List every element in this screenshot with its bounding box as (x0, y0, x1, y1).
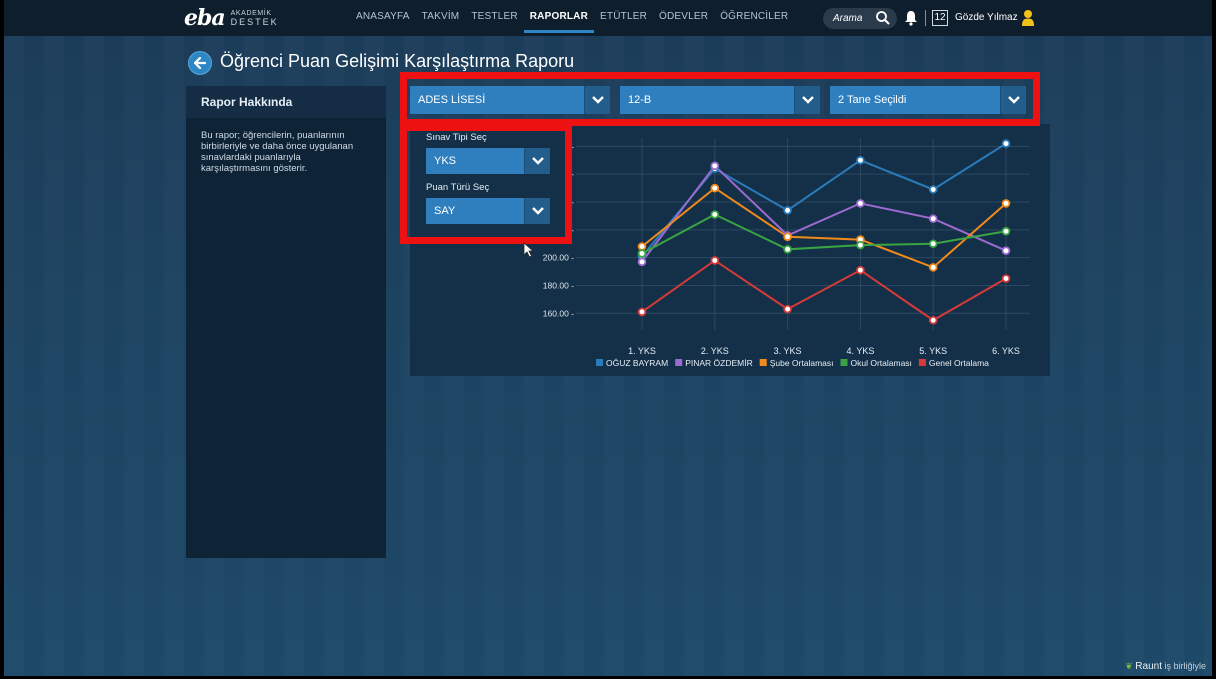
series-line (641, 259, 1007, 322)
data-point (783, 304, 792, 314)
legend-swatch (675, 359, 683, 366)
data-point (637, 249, 647, 258)
score-type-label: Puan Türü Seç (426, 182, 490, 193)
calendar-icon[interactable]: 12 (932, 10, 948, 26)
data-point (1001, 226, 1011, 236)
nav-testler[interactable]: TESTLER (465, 0, 523, 36)
class-select[interactable]: 12-B (620, 86, 820, 114)
data-point (1001, 139, 1011, 148)
nav-odevler[interactable]: ÖDEVLER (653, 0, 714, 36)
chevron-down-icon (794, 86, 820, 114)
logo-main: eba (184, 5, 226, 31)
page-title: Öğrenci Puan Gelişimi Karşılaştırma Rapo… (220, 51, 575, 71)
y-tick-label: 200.00 - (543, 253, 574, 263)
main-nav: ANASAYFA TAKVİM TESTLER RAPORLAR ETÜTLER… (350, 0, 794, 36)
legend-label: Okul Ortalaması (851, 358, 912, 368)
school-select-value: ADES LİSESİ (418, 94, 486, 106)
logo-line2: DESTEK (230, 17, 279, 27)
exam-type-value: YKS (434, 155, 457, 167)
y-tick-label: 160.00 - (543, 308, 574, 318)
chevron-down-icon (524, 198, 550, 224)
score-type-select[interactable]: SAY (426, 198, 550, 224)
students-select[interactable]: 2 Tane Seçildi (830, 86, 1026, 114)
chevron-down-icon (1000, 86, 1026, 114)
data-point (710, 256, 720, 265)
x-tick-label: 6. YKS (992, 346, 1020, 356)
data-point (928, 263, 938, 272)
data-point (710, 210, 720, 219)
watermark-suffix: iş birliğiyle (1164, 661, 1206, 671)
nav-etutler[interactable]: ETÜTLER (594, 0, 653, 36)
data-point (1001, 274, 1011, 283)
x-tick-label: 4. YKS (846, 346, 874, 356)
legend-swatch (759, 359, 767, 366)
eba-logo[interactable]: eba AKADEMİK DESTEK (184, 5, 279, 31)
data-point (783, 206, 792, 215)
data-point (856, 265, 865, 275)
legend-label: Şube Ortalaması (770, 358, 834, 368)
watermark-brand: Raunt (1135, 661, 1162, 672)
legend-swatch (840, 359, 848, 366)
app-screen: eba AKADEMİK DESTEK ANASAYFA TAKVİM TEST… (4, 0, 1212, 676)
y-tick-label: 180.00 - (543, 280, 574, 290)
data-point (856, 240, 865, 250)
nav-ogrenciler[interactable]: ÖĞRENCİLER (714, 0, 794, 36)
about-report-title: Rapor Hakkında (186, 86, 386, 118)
data-point (928, 315, 938, 325)
class-select-value: 12-B (628, 94, 652, 106)
user-name[interactable]: Gözde Yılmaz (955, 12, 1018, 23)
data-point (1001, 199, 1011, 208)
chevron-down-icon (584, 86, 610, 114)
arrow-left-icon (194, 57, 206, 69)
back-button[interactable] (188, 51, 212, 75)
data-point (783, 245, 792, 254)
leaf-icon: ❦ (1125, 661, 1133, 671)
exam-type-label: Sınav Tipi Seç (426, 132, 487, 143)
search-box[interactable]: Arama (823, 8, 897, 29)
top-navbar: eba AKADEMİK DESTEK ANASAYFA TAKVİM TEST… (4, 0, 1212, 36)
exam-type-select[interactable]: YKS (426, 148, 550, 174)
user-icon[interactable] (1021, 9, 1035, 27)
x-tick-label: 5. YKS (919, 346, 947, 356)
exam-options-box: Sınav Tipi Seç YKS Puan Türü Seç SAY (410, 124, 570, 240)
nav-raporlar[interactable]: RAPORLAR (523, 0, 595, 36)
school-select[interactable]: ADES LİSESİ (410, 86, 610, 114)
data-point (637, 307, 647, 317)
data-point (710, 183, 720, 193)
data-point (710, 161, 720, 171)
search-placeholder: Arama (833, 13, 863, 24)
legend-swatch (918, 359, 926, 366)
mouse-cursor-icon (523, 242, 535, 258)
data-point (928, 239, 938, 249)
chevron-down-icon (524, 148, 550, 174)
data-point (783, 232, 792, 242)
about-report-panel: Rapor Hakkında Bu rapor; öğrencilerin, p… (186, 86, 386, 558)
data-point (637, 257, 647, 267)
x-tick-label: 2. YKS (701, 346, 729, 356)
nav-anasayfa[interactable]: ANASAYFA (350, 0, 416, 36)
logo-sub: AKADEMİK DESTEK (230, 10, 279, 27)
search-icon[interactable] (875, 10, 891, 26)
data-point (928, 214, 938, 223)
students-select-value: 2 Tane Seçildi (838, 94, 907, 106)
data-point (928, 185, 938, 194)
legend-label: OĞUZ BAYRAM (606, 358, 668, 368)
nav-takvim[interactable]: TAKVİM (416, 0, 466, 36)
legend-swatch (596, 359, 603, 366)
data-point (856, 155, 865, 165)
data-point (1001, 246, 1011, 255)
data-point (637, 242, 647, 251)
series-line (641, 142, 1007, 257)
x-tick-label: 3. YKS (774, 346, 802, 356)
bell-icon[interactable] (904, 10, 918, 26)
watermark: ❦ Raunt iş birliğiyle (1125, 661, 1206, 672)
legend-label: Genel Ortalama (929, 358, 989, 368)
legend-label: PINAR ÖZDEMİR (685, 358, 753, 368)
header-divider (925, 10, 926, 26)
about-report-text: Bu rapor; öğrencilerin, puanlarının birb… (201, 130, 354, 174)
score-type-value: SAY (434, 205, 456, 217)
data-point (856, 199, 865, 208)
x-tick-label: 1. YKS (628, 346, 656, 356)
